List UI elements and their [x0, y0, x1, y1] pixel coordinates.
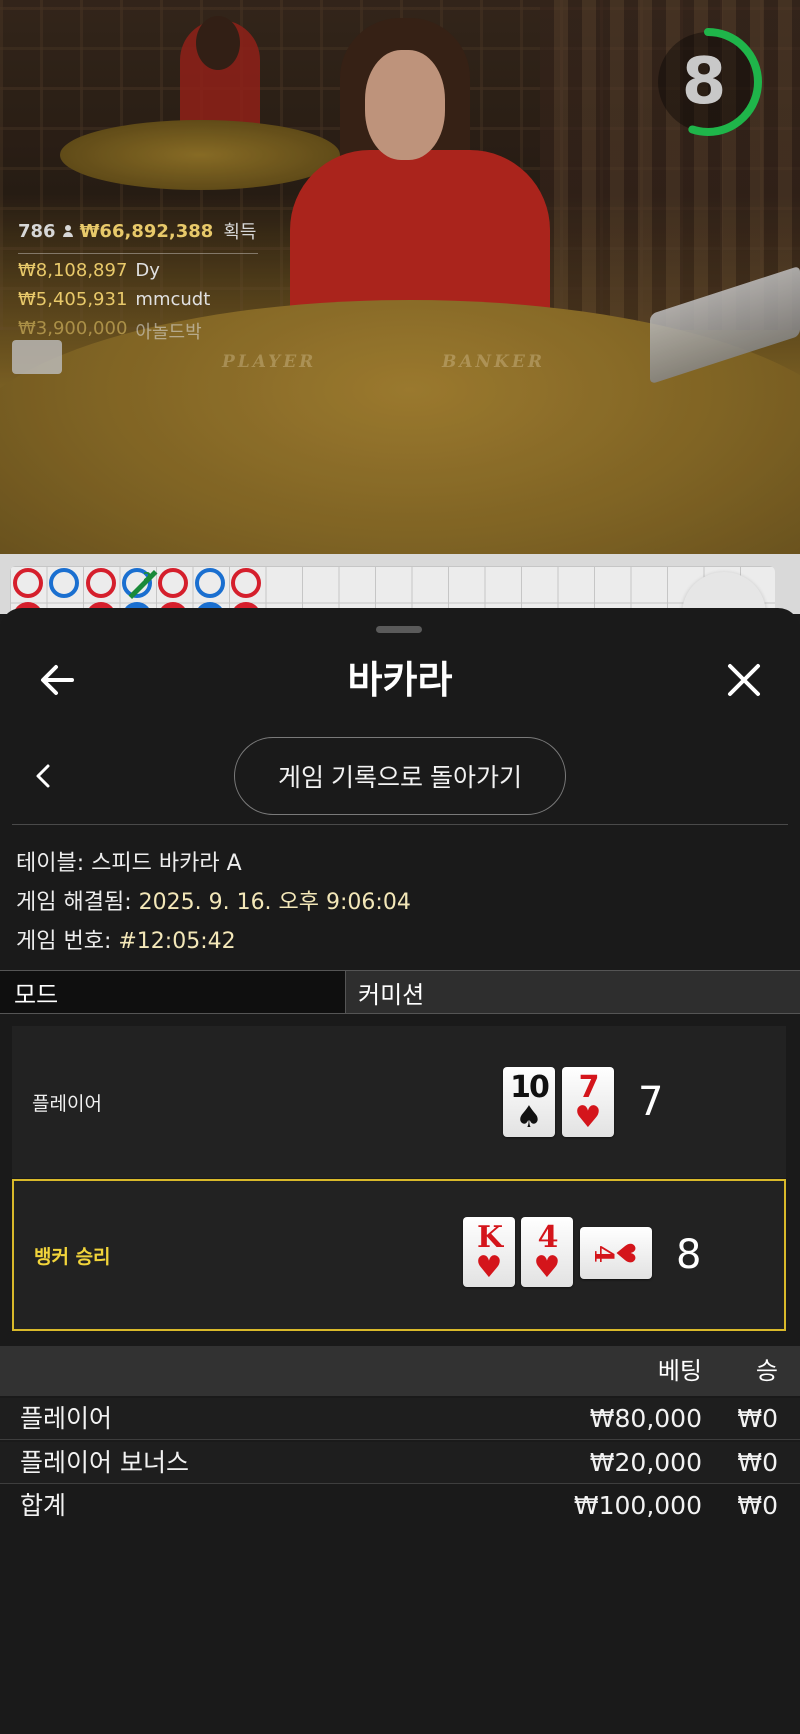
bet-name: 플레이어 — [20, 1404, 113, 1433]
divider — [12, 824, 788, 825]
heart-icon: ♥ — [475, 1250, 503, 1285]
playing-card-sideways: 4 ♥ — [580, 1227, 652, 1279]
bet-amount: ₩80,000 — [589, 1404, 702, 1433]
resolved-info-row: 게임 해결됨: 2025. 9. 16. 오후 9:06:04 — [16, 883, 411, 922]
winner-name: 아놀드박 — [135, 322, 202, 343]
playing-card: 4 ♥ — [521, 1217, 573, 1287]
bet-amount: ₩20,000 — [589, 1448, 702, 1477]
road-banker-marker — [158, 568, 188, 598]
table-info-row: 테이블: 스피드 바카라 A — [16, 844, 411, 883]
round-number-row: 게임 번호: #12:05:42 — [16, 922, 411, 961]
winners-total: 786 ₩66,892,388 획득 — [18, 218, 258, 244]
winners-total-amount: ₩66,892,388 — [79, 220, 214, 242]
win-column-header: 승 — [755, 1357, 778, 1385]
mode-label: 모드 — [0, 971, 346, 1013]
road-player-marker — [195, 568, 225, 598]
round-label: 게임 번호: — [16, 929, 112, 954]
player-hand-label: 플레이어 — [32, 1092, 102, 1115]
bet-name: 플레이어 보너스 — [20, 1448, 189, 1477]
winner-row: ₩3,900,000 아놀드박 — [18, 318, 258, 344]
banker-score: 8 — [676, 1232, 702, 1278]
total-row: 합계 ₩100,000 ₩0 — [0, 1485, 800, 1527]
win-amount: ₩0 — [737, 1448, 778, 1477]
table-label: 테이블: — [16, 851, 85, 876]
winner-row: ₩8,108,897 Dy — [18, 260, 258, 281]
winner-name: Dy — [135, 260, 160, 281]
mode-row: 모드 커미션 — [0, 970, 800, 1014]
round-value: #12:05:42 — [118, 929, 236, 954]
winners-count: 786 — [18, 220, 56, 242]
person-icon — [62, 225, 74, 237]
road-tie-count: 2 — [143, 570, 152, 584]
table-row: 플레이어 ₩80,000 ₩0 — [0, 1398, 800, 1440]
chevron-left-icon[interactable] — [28, 752, 60, 800]
win-amount: ₩0 — [737, 1404, 778, 1433]
heart-icon: ♥ — [610, 1241, 641, 1265]
winner-amount: ₩3,900,000 — [18, 318, 128, 339]
spade-icon: ♠ — [515, 1100, 543, 1135]
winner-row: ₩5,405,931 mmcudt — [18, 289, 258, 310]
sheet-title: 바카라 — [347, 658, 453, 702]
playing-card: K ♥ — [463, 1217, 515, 1287]
total-label: 합계 — [20, 1491, 67, 1520]
player-score: 7 — [638, 1079, 664, 1125]
banker-hand: 뱅커 승리 K ♥ 4 ♥ 4 ♥ 8 — [12, 1179, 786, 1331]
total-bet-amount: ₩100,000 — [573, 1491, 702, 1520]
winner-amount: ₩5,405,931 — [18, 289, 128, 310]
winner-amount: ₩8,108,897 — [18, 260, 128, 281]
playing-card: 7 ♥ — [562, 1067, 614, 1137]
total-win-amount: ₩0 — [737, 1491, 778, 1520]
back-to-history-button[interactable]: 게임 기록으로 돌아가기 — [234, 737, 566, 815]
road-banker-marker — [231, 568, 261, 598]
bet-column-header: 베팅 — [657, 1357, 702, 1385]
table-row: 플레이어 보너스 ₩20,000 ₩0 — [0, 1442, 800, 1484]
road-banker-marker — [86, 568, 116, 598]
resolved-value: 2025. 9. 16. 오후 9:06:04 — [138, 890, 411, 915]
resolved-label: 게임 해결됨: — [16, 890, 132, 915]
heart-icon: ♥ — [533, 1250, 561, 1285]
winners-panel: 786 ₩66,892,388 획득 ₩8,108,897 Dy ₩5,405,… — [18, 218, 258, 352]
game-history-sheet: 바카라 게임 기록으로 돌아가기 테이블: 스피드 바카라 A 게임 해결됨: … — [0, 608, 800, 1734]
road-player-marker — [49, 568, 79, 598]
mode-value: 커미션 — [346, 971, 800, 1013]
winners-divider — [18, 253, 258, 254]
road-banker-marker — [13, 568, 43, 598]
bets-table-header: 베팅 승 — [0, 1346, 800, 1396]
table-value: 스피드 바카라 A — [91, 851, 242, 876]
close-icon[interactable] — [720, 656, 768, 704]
winners-total-suffix: 획득 — [223, 222, 257, 243]
round-info: 테이블: 스피드 바카라 A 게임 해결됨: 2025. 9. 16. 오후 9… — [16, 844, 411, 961]
heart-icon: ♥ — [574, 1100, 602, 1135]
playing-card: 10 ♠ — [503, 1067, 555, 1137]
banker-hand-label: 뱅커 승리 — [34, 1245, 111, 1268]
sheet-drag-handle[interactable] — [376, 626, 422, 633]
countdown-timer-value: 8 — [681, 45, 727, 119]
player-hand: 플레이어 10 ♠ 7 ♥ 7 — [12, 1026, 786, 1178]
winner-name: mmcudt — [135, 289, 211, 310]
